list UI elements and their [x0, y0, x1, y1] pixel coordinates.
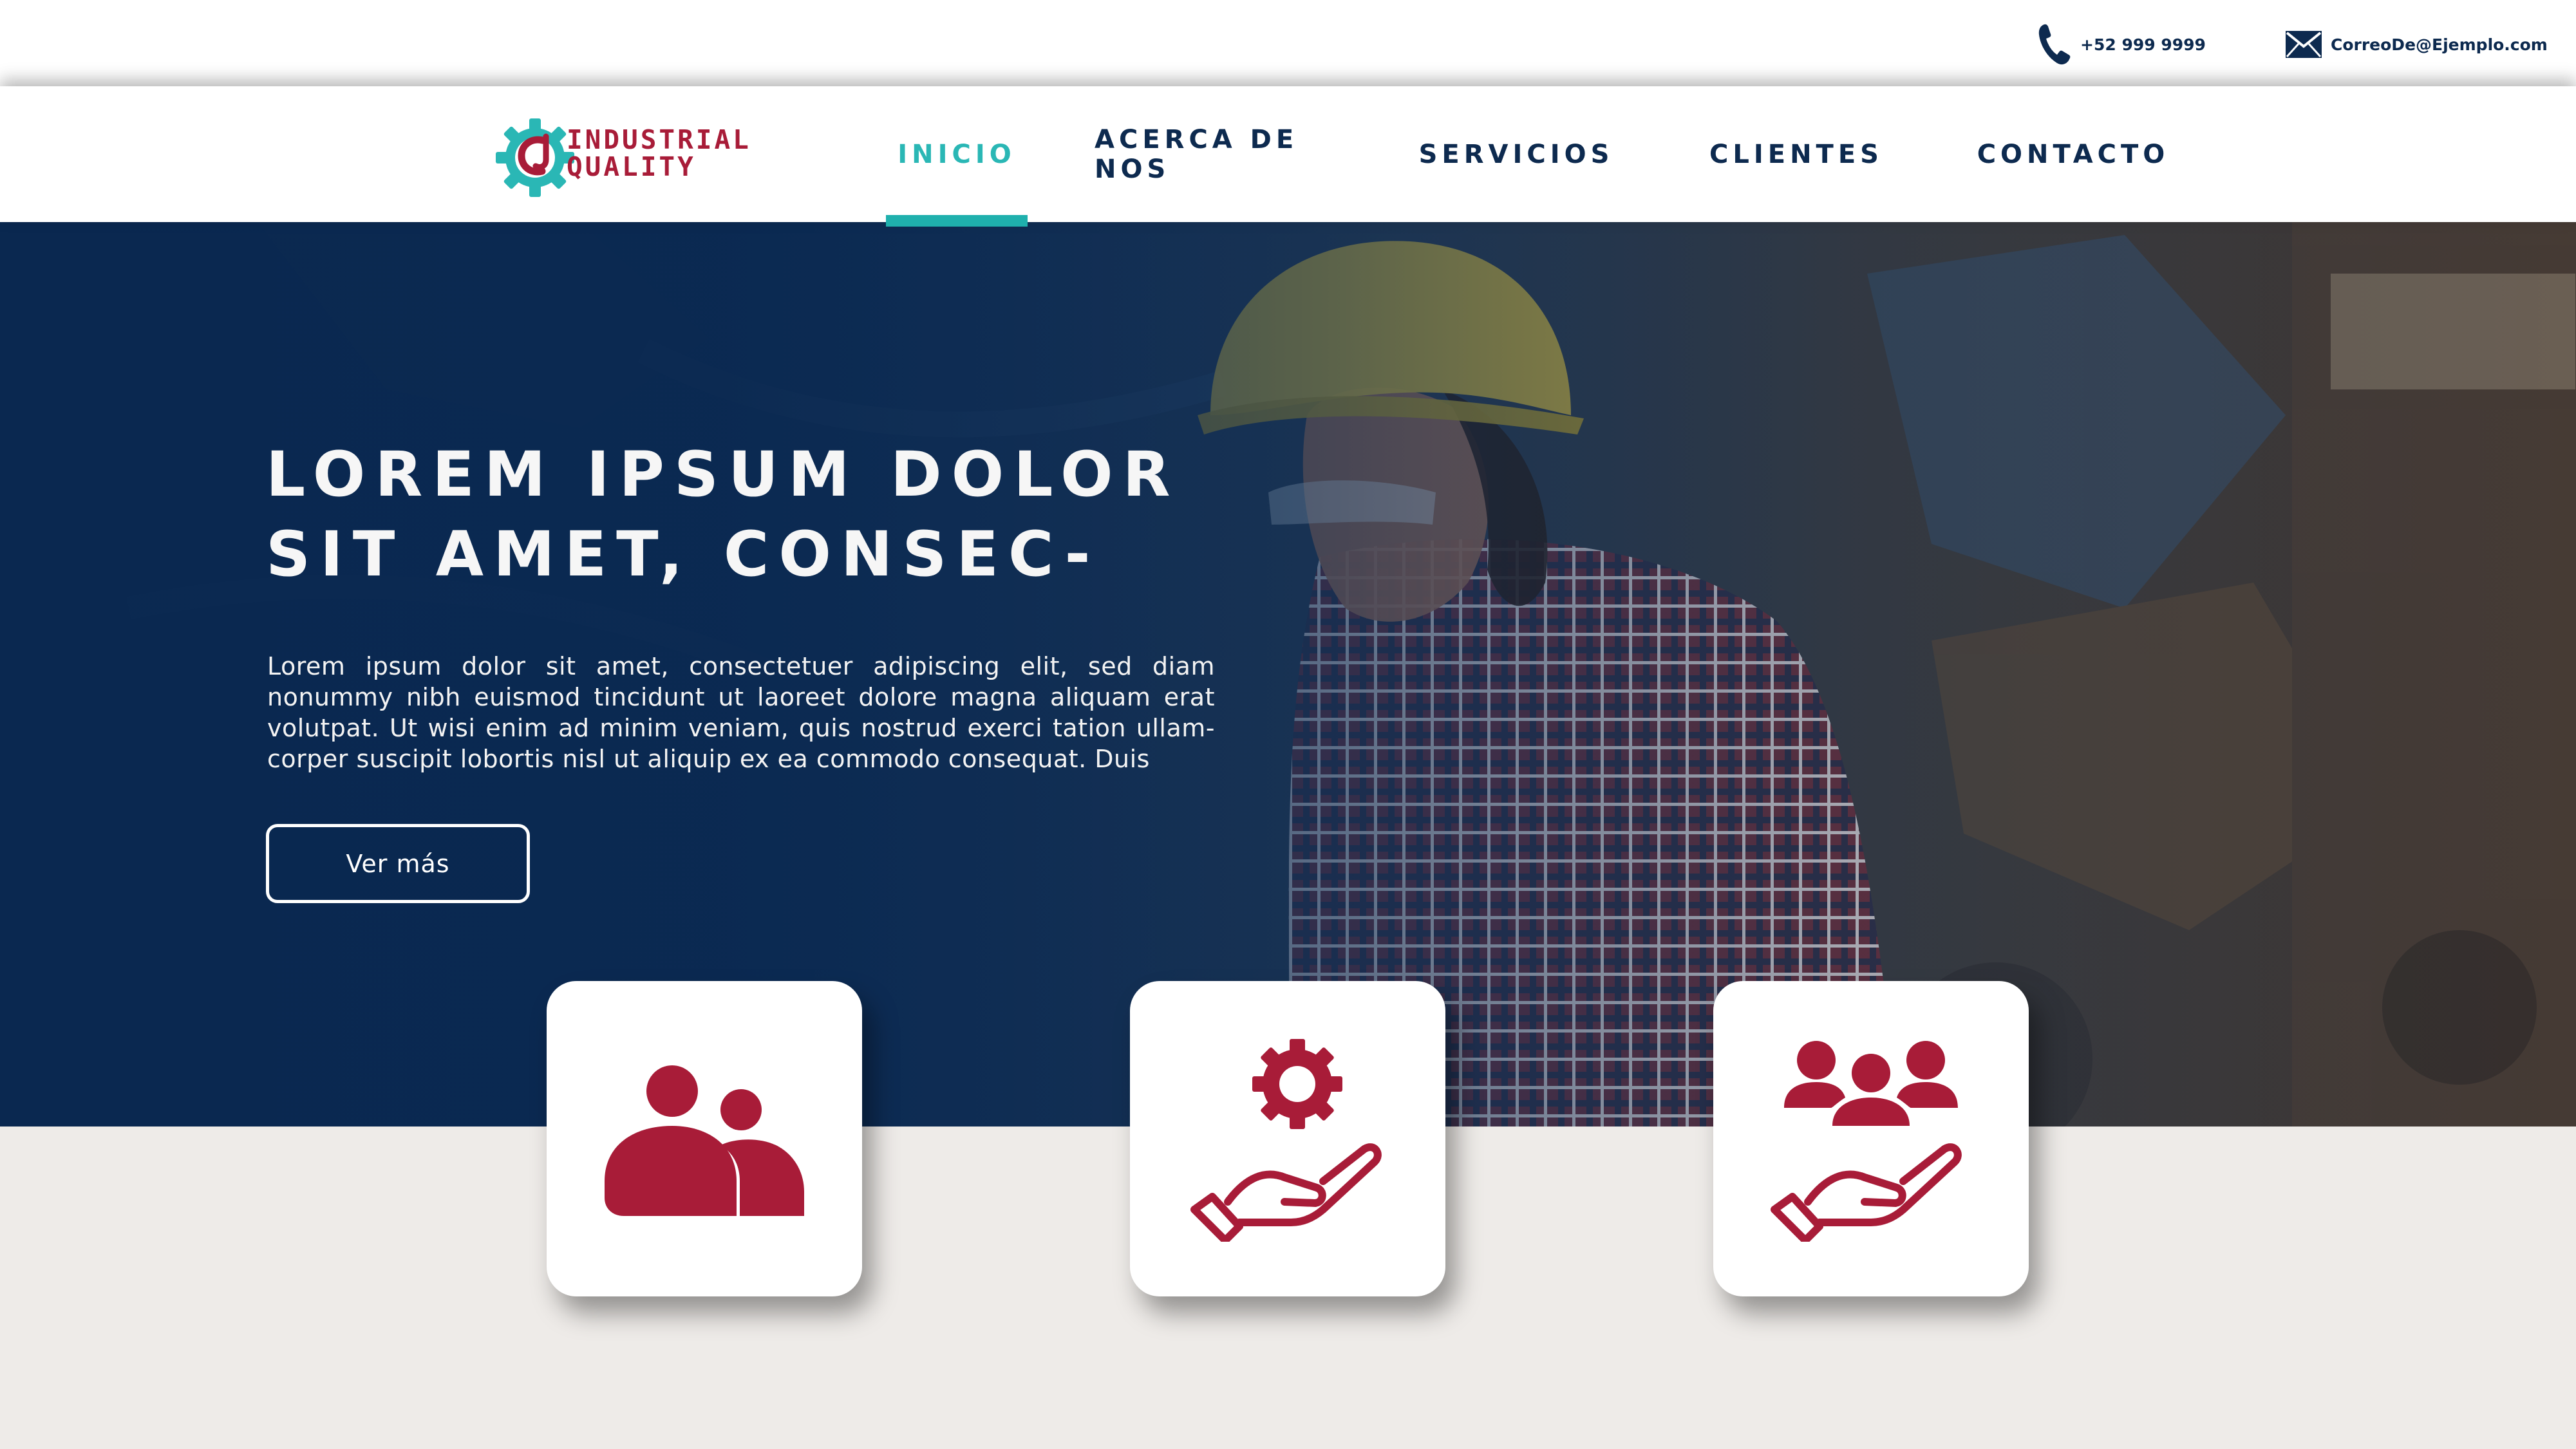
nav-item-acerca-de-nos[interactable]: ACERCA DE NOS — [1095, 86, 1381, 222]
nav-item-servicios[interactable]: SERVICIOS — [1397, 86, 1635, 222]
nav-item-clientes[interactable]: CLIENTES — [1687, 86, 1906, 222]
gear-logo-icon — [496, 118, 574, 197]
feature-card-users[interactable] — [547, 981, 862, 1296]
email-address: CorreoDe@Ejemplo.com — [2331, 35, 2548, 54]
users-icon — [605, 1065, 804, 1216]
brand-logo[interactable]: INDUSTRIAL QUALITY — [494, 117, 778, 198]
hero-description: Lorem ipsum dolor sit amet, consectetuer… — [267, 652, 1215, 773]
phone-number: +52 999 9999 — [2080, 35, 2206, 54]
nav-item-contacto[interactable]: CONTACTO — [1970, 86, 2176, 222]
logo-line-1: INDUSTRIAL — [567, 124, 751, 155]
hand-team-icon — [1771, 1041, 1962, 1242]
envelope-icon — [2286, 31, 2322, 58]
hand-gear-icon — [1190, 1039, 1382, 1242]
main-navbar: INDUSTRIAL QUALITY INICIO ACERCA DE NOS … — [0, 86, 2576, 227]
nav-item-inicio[interactable]: INICIO — [860, 86, 1054, 222]
active-nav-indicator — [886, 215, 1028, 227]
logo-text: INDUSTRIAL QUALITY — [567, 126, 751, 180]
phone-icon — [2038, 24, 2071, 65]
ver-mas-button[interactable]: Ver más — [266, 824, 530, 903]
hero-title-line-2: SIT AMET, CONSEC- — [266, 518, 1100, 590]
hero-title: LOREM IPSUM DOLOR SIT AMET, CONSEC- — [266, 435, 1296, 594]
feature-card-services[interactable] — [1130, 981, 1445, 1296]
top-contact-bar: +52 999 9999 CorreoDe@Ejemplo.com — [0, 0, 2576, 86]
feature-card-clients[interactable] — [1713, 981, 2029, 1296]
logo-line-2: QUALITY — [567, 151, 696, 182]
hero-title-line-1: LOREM IPSUM DOLOR — [266, 438, 1180, 510]
phone-contact[interactable]: +52 999 9999 — [2038, 23, 2206, 66]
email-contact[interactable]: CorreoDe@Ejemplo.com — [2286, 23, 2548, 66]
